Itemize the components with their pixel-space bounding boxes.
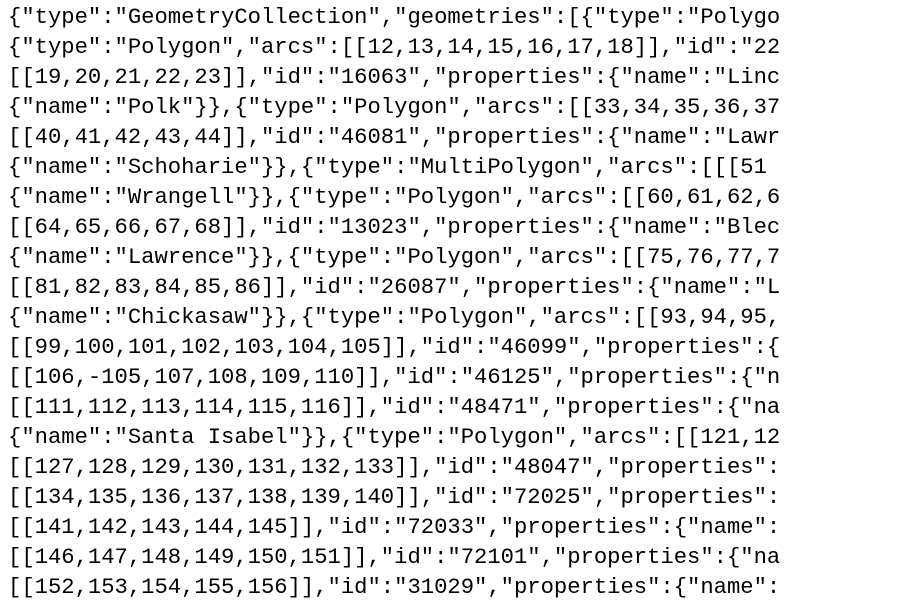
json-text-line: [[141,142,143,144,145]],"id":"72033","pr… bbox=[8, 515, 781, 540]
json-text-line: [[99,100,101,102,103,104,105]],"id":"460… bbox=[8, 335, 781, 360]
json-text-line: [[146,147,148,149,150,151]],"id":"72101"… bbox=[8, 545, 781, 570]
json-text-line: {"type":"Polygon","arcs":[[12,13,14,15,1… bbox=[8, 35, 781, 60]
json-text-line: {"name":"Lawrence"}},{"type":"Polygon","… bbox=[8, 245, 781, 270]
json-text-line: {"name":"Polk"}},{"type":"Polygon","arcs… bbox=[8, 95, 781, 120]
json-text-line: [[134,135,136,137,138,139,140]],"id":"72… bbox=[8, 485, 781, 510]
json-text-line: [[127,128,129,130,131,132,133]],"id":"48… bbox=[8, 455, 781, 480]
json-text-line: {"name":"Chickasaw"}},{"type":"Polygon",… bbox=[8, 305, 781, 330]
json-text-line: {"type":"GeometryCollection","geometries… bbox=[8, 5, 781, 30]
json-text-line: [[111,112,113,114,115,116]],"id":"48471"… bbox=[8, 395, 781, 420]
json-text-line: [[81,82,83,84,85,86]],"id":"26087","prop… bbox=[8, 275, 781, 300]
json-text-line: [[106,-105,107,108,109,110]],"id":"46125… bbox=[8, 365, 781, 390]
json-text-line: [[64,65,66,67,68]],"id":"13023","propert… bbox=[8, 215, 781, 240]
json-text-line: {"name":"Wrangell"}},{"type":"Polygon","… bbox=[8, 185, 781, 210]
json-text-line: [[19,20,21,22,23]],"id":"16063","propert… bbox=[8, 65, 781, 90]
json-text-line: {"name":"Santa Isabel"}},{"type":"Polygo… bbox=[8, 425, 781, 450]
json-text-line: [[40,41,42,43,44]],"id":"46081","propert… bbox=[8, 125, 781, 150]
json-text-line: [[152,153,154,155,156]],"id":"31029","pr… bbox=[8, 575, 781, 600]
json-text-line: {"name":"Schoharie"}},{"type":"MultiPoly… bbox=[8, 155, 767, 180]
raw-json-view: {"type":"GeometryCollection","geometries… bbox=[8, 3, 910, 603]
